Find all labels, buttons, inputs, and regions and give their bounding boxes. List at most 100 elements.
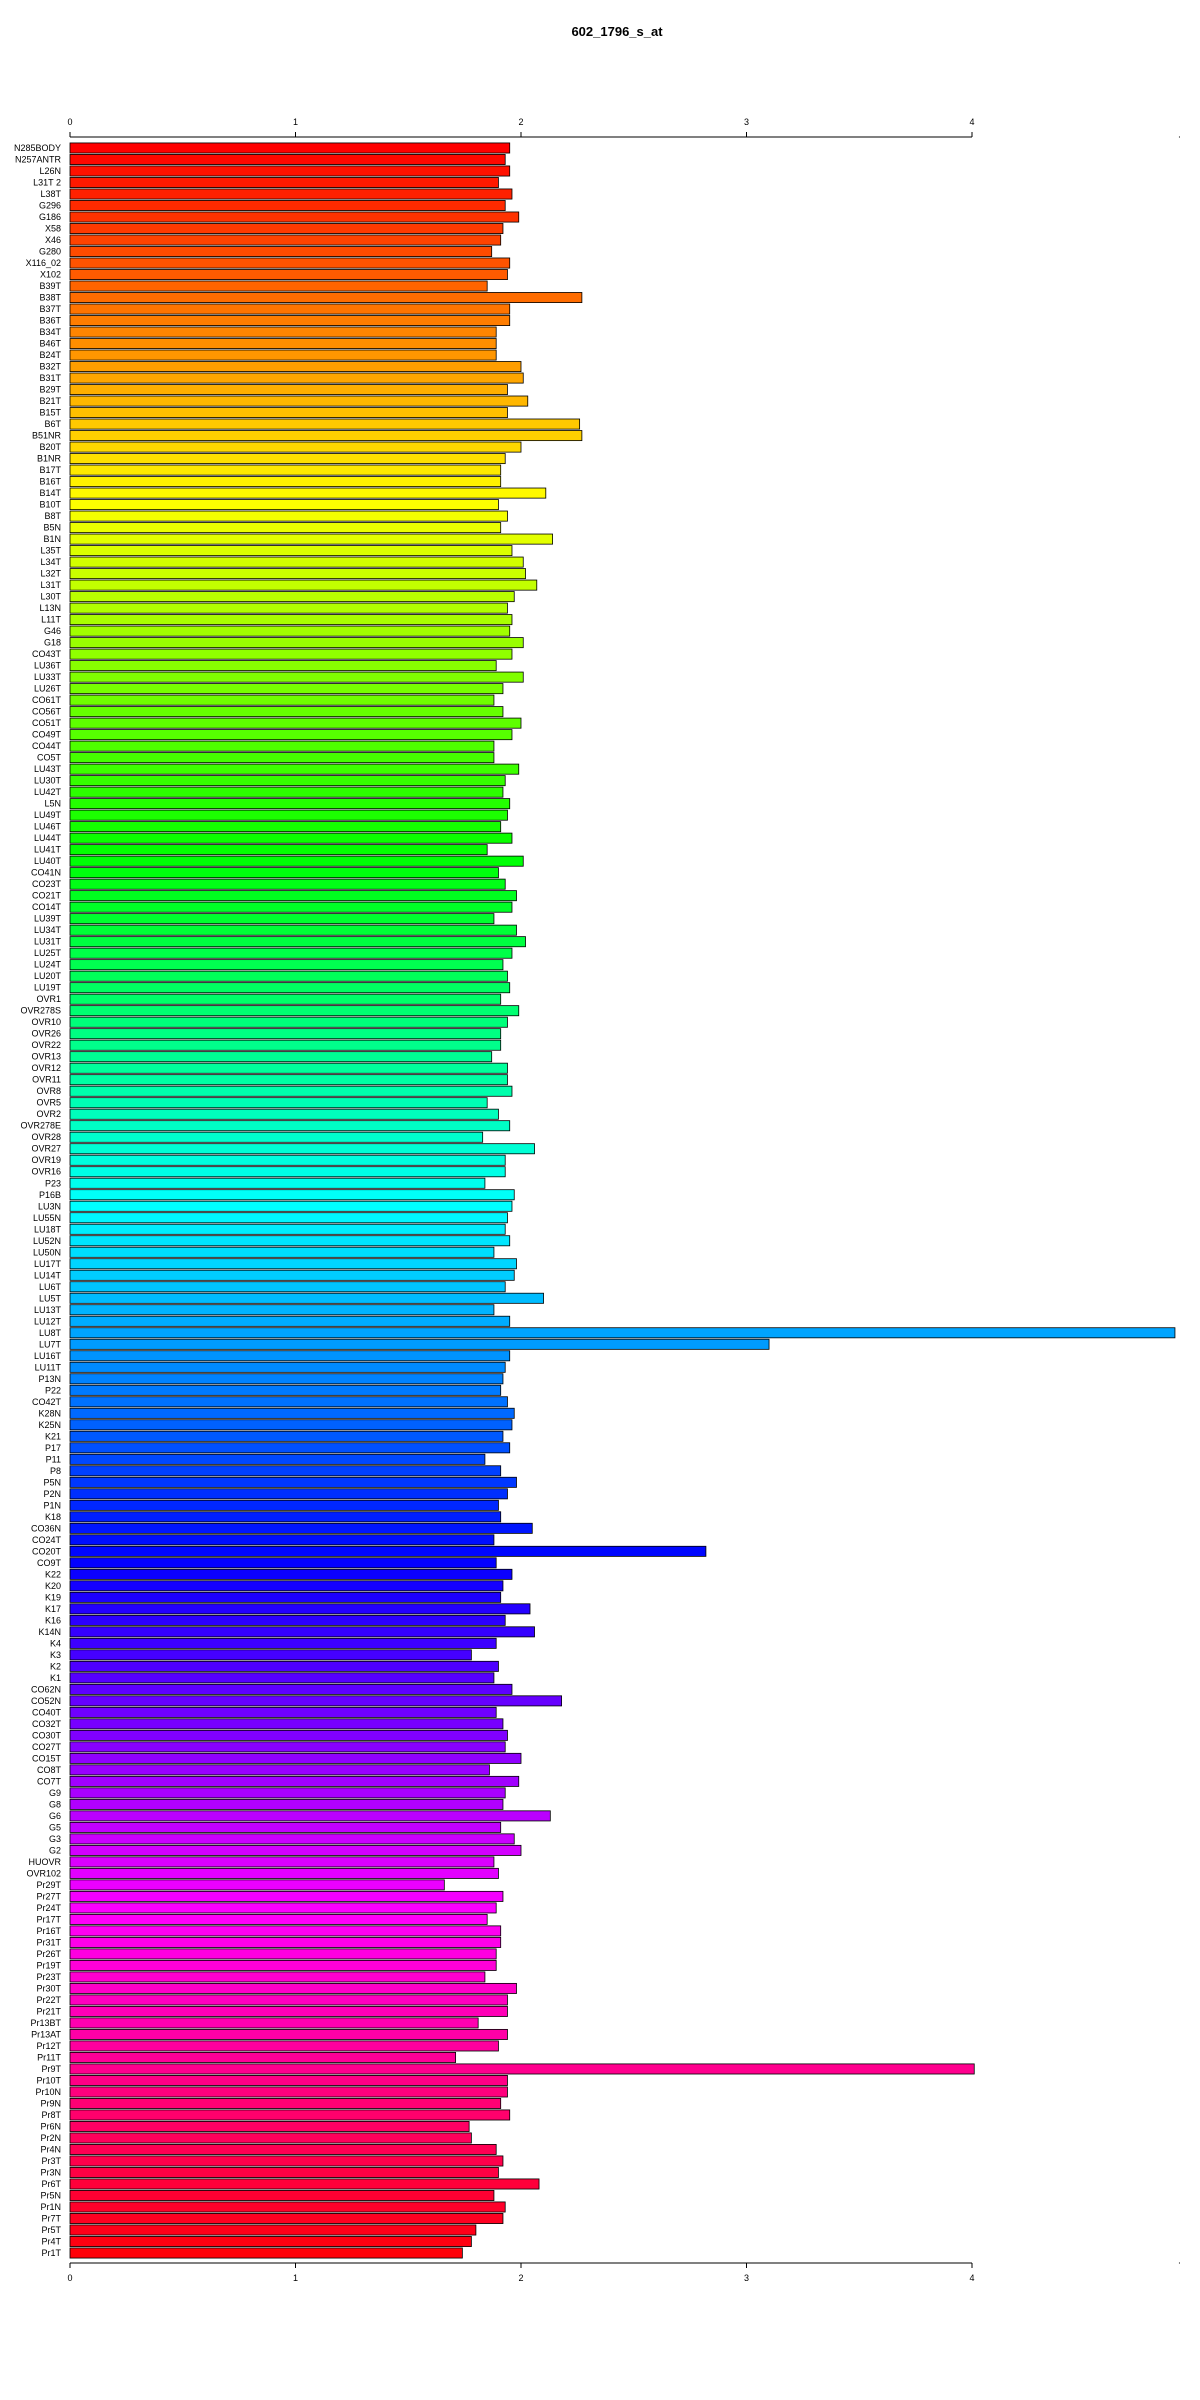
bar — [69, 1292, 544, 1304]
category-label: Pr5T — [41, 2225, 61, 2235]
bar — [69, 142, 511, 154]
category-label: K4 — [50, 1638, 61, 1648]
bar — [69, 223, 504, 234]
bar — [69, 1936, 502, 1948]
bar — [69, 1051, 493, 1063]
bar — [69, 2005, 508, 2017]
bar — [69, 901, 513, 913]
bar — [69, 1258, 517, 1270]
category-label: LU30T — [34, 776, 62, 786]
category-label: CO23T — [32, 879, 62, 889]
tick-label: 2 — [518, 2273, 523, 2283]
bar — [69, 2224, 477, 2236]
category-label: Pr19T — [36, 1960, 61, 1970]
tick-label: 0 — [67, 2273, 72, 2283]
bar — [69, 1810, 551, 1822]
category-label: LU8T — [39, 1328, 62, 1338]
category-label: B6T — [44, 419, 61, 429]
category-label: LU34T — [34, 925, 62, 935]
category-label: B39T — [39, 281, 61, 291]
category-label: Pr3N — [40, 2167, 61, 2177]
category-label: G46 — [44, 626, 61, 636]
tick-label: 2 — [518, 117, 523, 127]
bar — [69, 1143, 535, 1155]
category-label: B38T — [39, 293, 61, 303]
bar — [69, 1315, 511, 1327]
bar — [69, 2155, 504, 2167]
bar — [69, 1189, 515, 1201]
category-label: CO14T — [32, 902, 62, 912]
category-label: L13N — [39, 603, 61, 613]
bar — [69, 303, 511, 315]
category-label: L30T — [40, 592, 61, 602]
tick-label: 0 — [67, 117, 72, 127]
category-label: L5N — [44, 799, 61, 809]
bar — [69, 1281, 506, 1293]
category-label: Pr4N — [40, 2144, 61, 2154]
category-label: LU11T — [35, 1362, 62, 1372]
bar — [69, 1430, 504, 1442]
bar — [69, 545, 513, 557]
category-label: CO20T — [32, 1546, 62, 1556]
bar — [69, 1062, 508, 1074]
bar — [69, 1959, 497, 1971]
category-label: CO43T — [32, 649, 62, 659]
category-label: K18 — [45, 1512, 61, 1522]
category-label: Pr16T — [36, 1926, 61, 1936]
bar — [69, 2086, 508, 2098]
bar — [69, 1499, 499, 1511]
category-label: OVR12 — [31, 1063, 61, 1073]
bar — [69, 2040, 499, 2052]
bar — [69, 1488, 508, 1500]
bar — [69, 1476, 517, 1488]
bar — [69, 384, 508, 396]
bar — [69, 154, 506, 165]
category-label: HUOVR — [28, 1857, 61, 1867]
category-label: CO51T — [32, 718, 62, 728]
tick-label: 3 — [744, 117, 749, 127]
tick-label: 1 — [293, 2273, 298, 2283]
category-label: CO36N — [31, 1523, 61, 1533]
bar — [69, 1844, 522, 1856]
category-label: CO44T — [32, 741, 62, 751]
category-label: OVR2 — [36, 1109, 61, 1119]
bar — [69, 637, 524, 649]
bar — [69, 1039, 502, 1051]
bar — [69, 579, 538, 591]
bar — [69, 1614, 506, 1626]
bar — [69, 1246, 495, 1258]
bar — [69, 993, 502, 1005]
category-label: Pr31T — [36, 1937, 61, 1947]
category-label: L31T 2 — [33, 178, 61, 188]
category-label: G8 — [49, 1799, 61, 1809]
category-label: B34T — [39, 327, 61, 337]
bar — [69, 1419, 513, 1431]
bar — [69, 188, 513, 200]
category-label: CO32T — [32, 1719, 62, 1729]
category-label: L32T — [40, 569, 61, 579]
category-label: OVR16 — [31, 1167, 61, 1177]
bar — [69, 740, 495, 752]
category-label: L38T — [40, 189, 61, 199]
category-label: B16T — [39, 477, 61, 487]
category-label: CO15T — [32, 1753, 62, 1763]
bar — [69, 844, 488, 856]
category-label: P17 — [45, 1443, 61, 1453]
category-label: OVR13 — [31, 1052, 61, 1062]
category-label: P13N — [38, 1374, 61, 1384]
category-label: P2N — [43, 1489, 61, 1499]
bar — [69, 1235, 511, 1247]
category-label: LU7T — [39, 1339, 62, 1349]
category-label: B1NR — [37, 454, 62, 464]
bar — [69, 315, 511, 327]
category-label: K3 — [50, 1650, 61, 1660]
category-label: CO24T — [32, 1535, 62, 1545]
bar — [69, 1787, 506, 1799]
category-label: LU31T — [34, 937, 62, 947]
category-label: OVR19 — [31, 1155, 61, 1165]
bar — [69, 476, 502, 488]
category-label: OVR278S — [20, 1006, 61, 1016]
bar — [69, 1338, 770, 1350]
category-label: X116_02 — [26, 258, 61, 268]
category-label: CO5T — [37, 753, 62, 763]
